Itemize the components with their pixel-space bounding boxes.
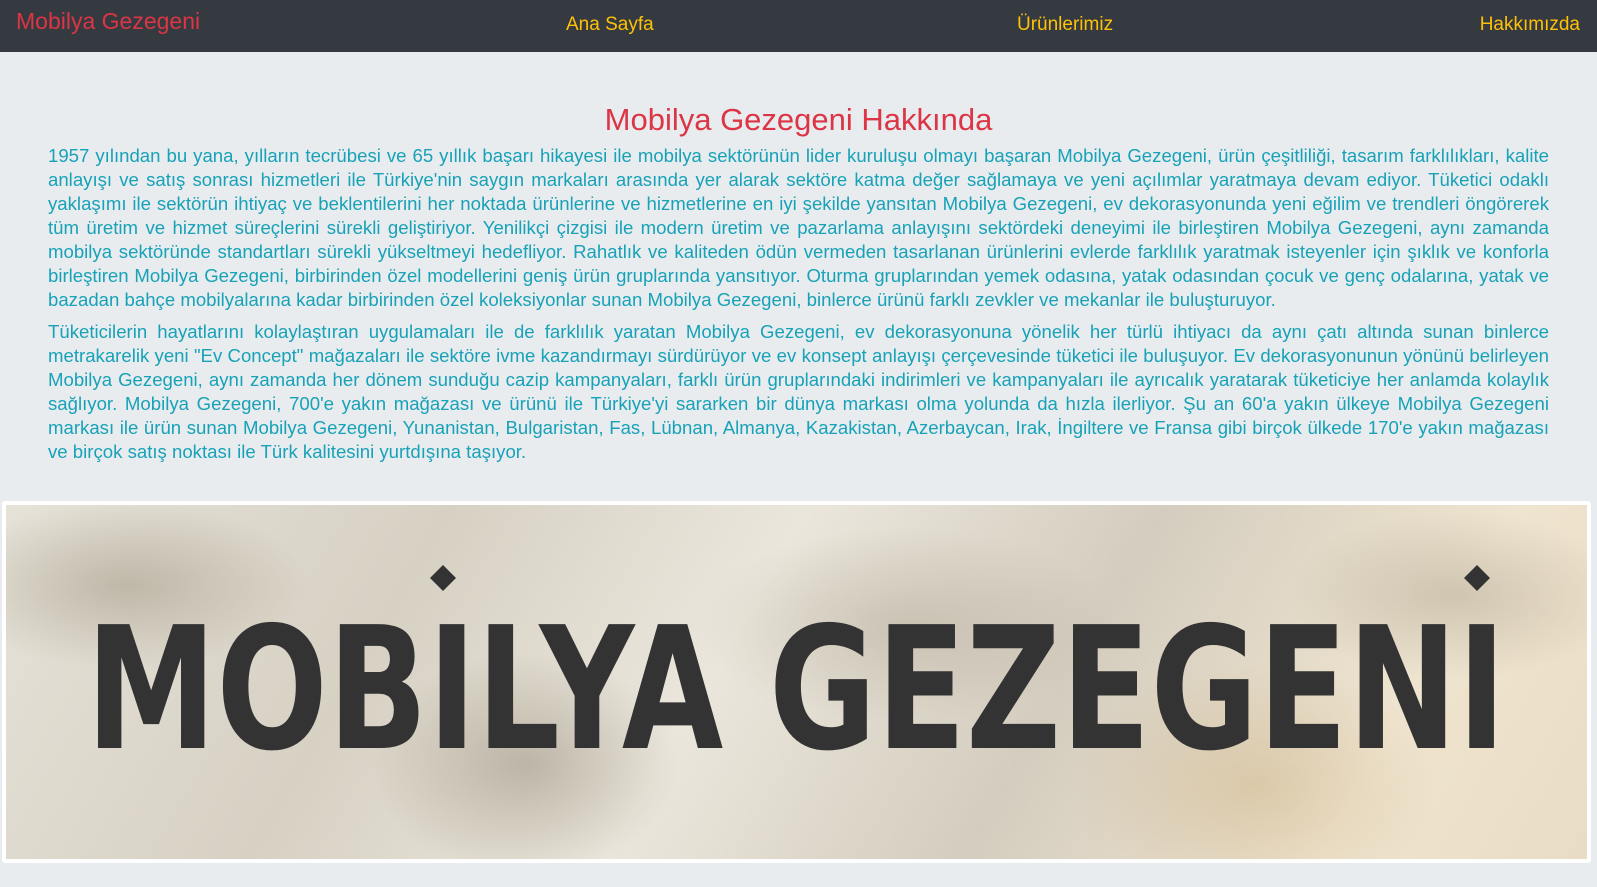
nav-link-home[interactable]: Ana Sayfa [566, 14, 654, 36]
nav-link-products[interactable]: Ürünlerimiz [1017, 14, 1113, 36]
about-section: Mobilya Gezegeni Hakkında 1957 yılından … [48, 100, 1549, 464]
brand-link[interactable]: Mobilya Gezegeni [16, 8, 200, 35]
page-title: Mobilya Gezegeni Hakkında [604, 102, 993, 137]
brand-logo-image: MOBILYA GEZEGENI [86, 565, 1506, 789]
brand-banner-image: MOBILYA GEZEGENI [2, 501, 1591, 863]
top-navbar: Mobilya Gezegeni Ana Sayfa Ürünlerimiz H… [0, 0, 1597, 52]
about-paragraph-2: Tüketicilerin hayatlarını kolaylaştıran … [48, 321, 1549, 462]
about-paragraph-1: 1957 yılından bu yana, yılların tecrübes… [48, 145, 1549, 310]
brand-logo-text: MOBILYA GEZEGENI [86, 591, 1506, 789]
nav-link-about[interactable]: Hakkımızda [1480, 14, 1580, 36]
